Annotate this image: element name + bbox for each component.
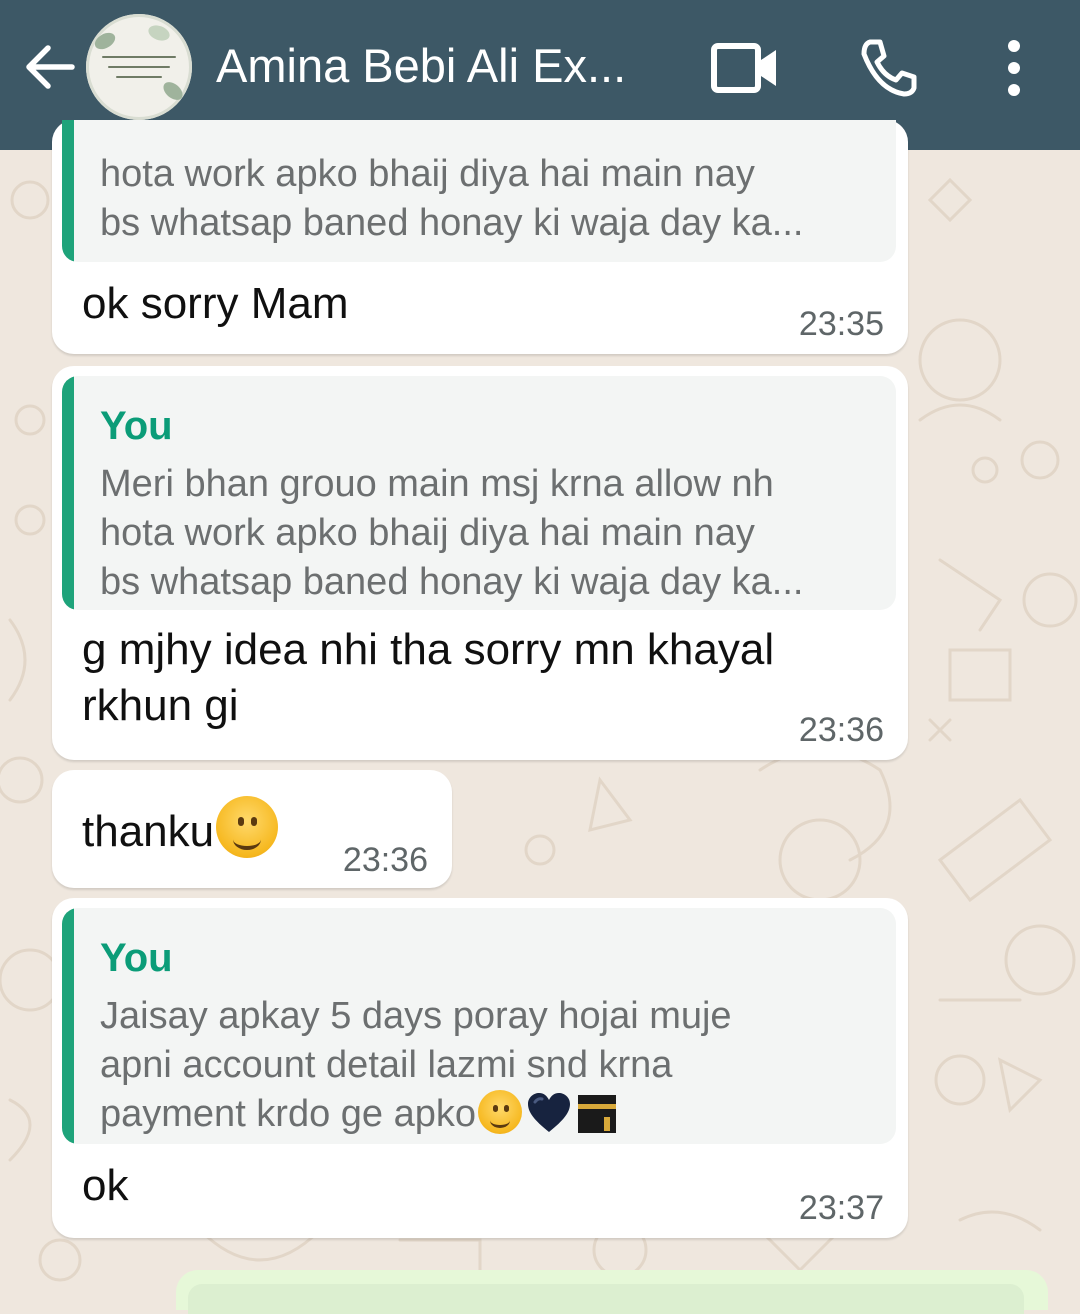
message-bubble[interactable]: You Meri bhan grouo main msj krna allow … xyxy=(52,366,908,760)
kaaba-emoji xyxy=(578,1095,617,1133)
message-time: 23:37 xyxy=(798,1189,884,1227)
quoted-author: You xyxy=(100,936,173,980)
message-text: thanku xyxy=(82,796,279,860)
quoted-author: You xyxy=(100,404,173,448)
message-text: ok sorry Mam xyxy=(82,279,349,328)
message-text-content: thanku xyxy=(82,807,215,856)
smiling-face-emoji xyxy=(216,796,279,858)
quoted-text: Meri bhan grouo main msj krna allow nh h… xyxy=(100,463,804,603)
outgoing-message-bubble[interactable] xyxy=(176,1270,1048,1314)
quoted-text-line: apni account detail lazmi snd krna xyxy=(100,1044,673,1086)
quoted-text-line-content: payment krdo ge apko xyxy=(100,1093,477,1135)
more-vert-icon[interactable] xyxy=(998,38,1030,98)
message-bubble[interactable]: hota work apko bhaij diya hai main nay b… xyxy=(52,120,908,354)
video-call-icon[interactable] xyxy=(710,40,780,96)
arrow-left-icon[interactable] xyxy=(20,38,78,96)
contact-name[interactable]: Amina Bebi Ali Ex... xyxy=(216,38,656,94)
message-time: 23:36 xyxy=(342,841,428,879)
quoted-message[interactable]: You Meri bhan grouo main msj krna allow … xyxy=(62,376,896,610)
smiling-face-emoji xyxy=(478,1090,523,1134)
message-bubble[interactable]: thanku 23:36 xyxy=(52,770,452,888)
message-time: 23:36 xyxy=(798,711,884,749)
quoted-message[interactable]: hota work apko bhaij diya hai main nay b… xyxy=(62,120,896,262)
message-bubble[interactable]: You Jaisay apkay 5 days poray hojai muje… xyxy=(52,898,908,1238)
quoted-text: Jaisay apkay 5 days poray hojai muje apn… xyxy=(100,992,866,1139)
message-text: ok xyxy=(82,1161,129,1210)
phone-icon[interactable] xyxy=(856,36,920,100)
dark-heart-emoji xyxy=(528,1093,571,1132)
quoted-text: hota work apko bhaij diya hai main nay b… xyxy=(100,153,804,244)
message-time: 23:35 xyxy=(798,305,884,343)
quoted-text-line: payment krdo ge apko xyxy=(100,1090,866,1139)
quoted-text-line: Jaisay apkay 5 days poray hojai muje xyxy=(100,995,732,1037)
avatar[interactable] xyxy=(86,14,192,120)
quoted-message[interactable]: You Jaisay apkay 5 days poray hojai muje… xyxy=(62,908,896,1144)
message-text: g mjhy idea nhi tha sorry mn khayal rkhu… xyxy=(82,625,775,730)
